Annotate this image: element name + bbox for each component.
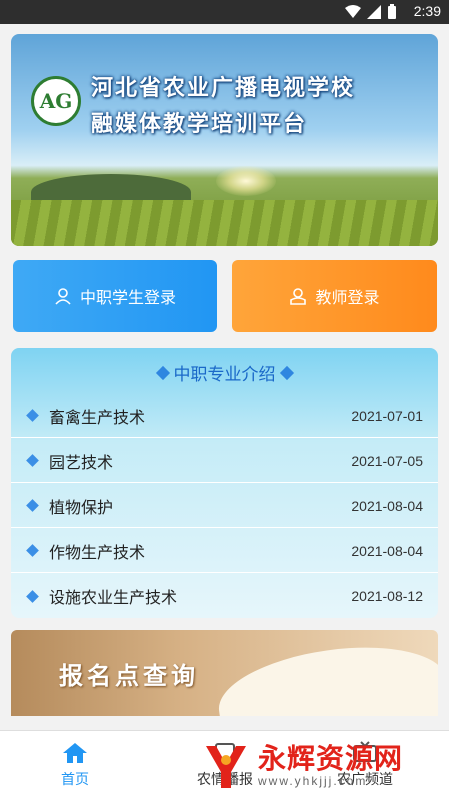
student-login-button[interactable]: 中职学生登录 — [13, 260, 217, 332]
watermark: 永辉资源网 www.yhkjjj.com — [200, 738, 440, 794]
diamond-icon — [279, 365, 294, 381]
banner-title-line1: 河北省农业广播电视学校 — [91, 76, 356, 101]
major-date: 2021-07-05 — [351, 452, 423, 469]
list-item[interactable]: 植物保护 2021-08-04 — [11, 484, 438, 528]
teacher-login-button[interactable]: 教师登录 — [232, 260, 437, 332]
teacher-login-label: 教师登录 — [315, 288, 380, 307]
major-intro-title-text: 中职专业介绍 — [173, 365, 276, 385]
wheat-field — [11, 200, 438, 246]
tab-home-label: 首页 — [61, 772, 89, 788]
watermark-logo-icon — [200, 740, 252, 792]
list-item[interactable]: 畜禽生产技术 2021-07-01 — [11, 394, 438, 438]
major-date: 2021-08-04 — [351, 542, 423, 559]
signal-icon — [367, 5, 381, 19]
watermark-url: www.yhkjjj.com — [258, 774, 368, 788]
diamond-icon — [26, 454, 39, 467]
home-icon — [63, 743, 87, 763]
registration-query-banner[interactable]: 报名点查询 — [11, 630, 438, 716]
status-bar: 2:39 — [0, 0, 449, 24]
watermark-text: 永辉资源网 — [258, 742, 404, 775]
list-item[interactable]: 园艺技术 2021-07-05 — [11, 439, 438, 483]
wifi-icon — [345, 5, 361, 18]
diamond-icon — [155, 365, 170, 381]
tab-home[interactable]: 首页 — [20, 735, 130, 795]
status-icons — [345, 4, 397, 20]
major-name: 畜禽生产技术 — [49, 407, 146, 427]
status-time: 2:39 — [413, 3, 441, 19]
list-item[interactable]: 作物生产技术 2021-08-04 — [11, 529, 438, 573]
sun-glow — [216, 166, 276, 196]
diamond-icon — [26, 589, 39, 603]
registration-query-label: 报名点查询 — [59, 662, 199, 690]
banner-title-line2: 融媒体教学培训平台 — [91, 112, 308, 137]
teacher-icon — [290, 288, 307, 305]
major-intro-card: 中职专业介绍 畜禽生产技术 2021-07-01 园艺技术 2021-07-05… — [11, 348, 438, 618]
diamond-icon — [26, 544, 39, 557]
student-login-label: 中职学生登录 — [79, 288, 176, 307]
major-name: 作物生产技术 — [49, 542, 146, 562]
major-date: 2021-07-01 — [351, 407, 423, 424]
major-intro-title: 中职专业介绍 — [11, 360, 438, 385]
major-name: 园艺技术 — [49, 452, 114, 472]
book-image — [212, 634, 438, 716]
major-date: 2021-08-04 — [351, 497, 423, 514]
battery-icon — [388, 4, 396, 19]
school-logo: AG — [31, 76, 81, 126]
student-icon — [55, 288, 71, 305]
hero-banner: AG 河北省农业广播电视学校 融媒体教学培训平台 — [11, 34, 438, 246]
diamond-icon — [26, 499, 39, 512]
major-name: 设施农业生产技术 — [49, 588, 178, 607]
major-name: 植物保护 — [49, 497, 114, 517]
diamond-icon — [26, 409, 39, 422]
list-item[interactable]: 设施农业生产技术 2021-08-12 — [11, 574, 438, 618]
major-date: 2021-08-12 — [351, 588, 423, 604]
